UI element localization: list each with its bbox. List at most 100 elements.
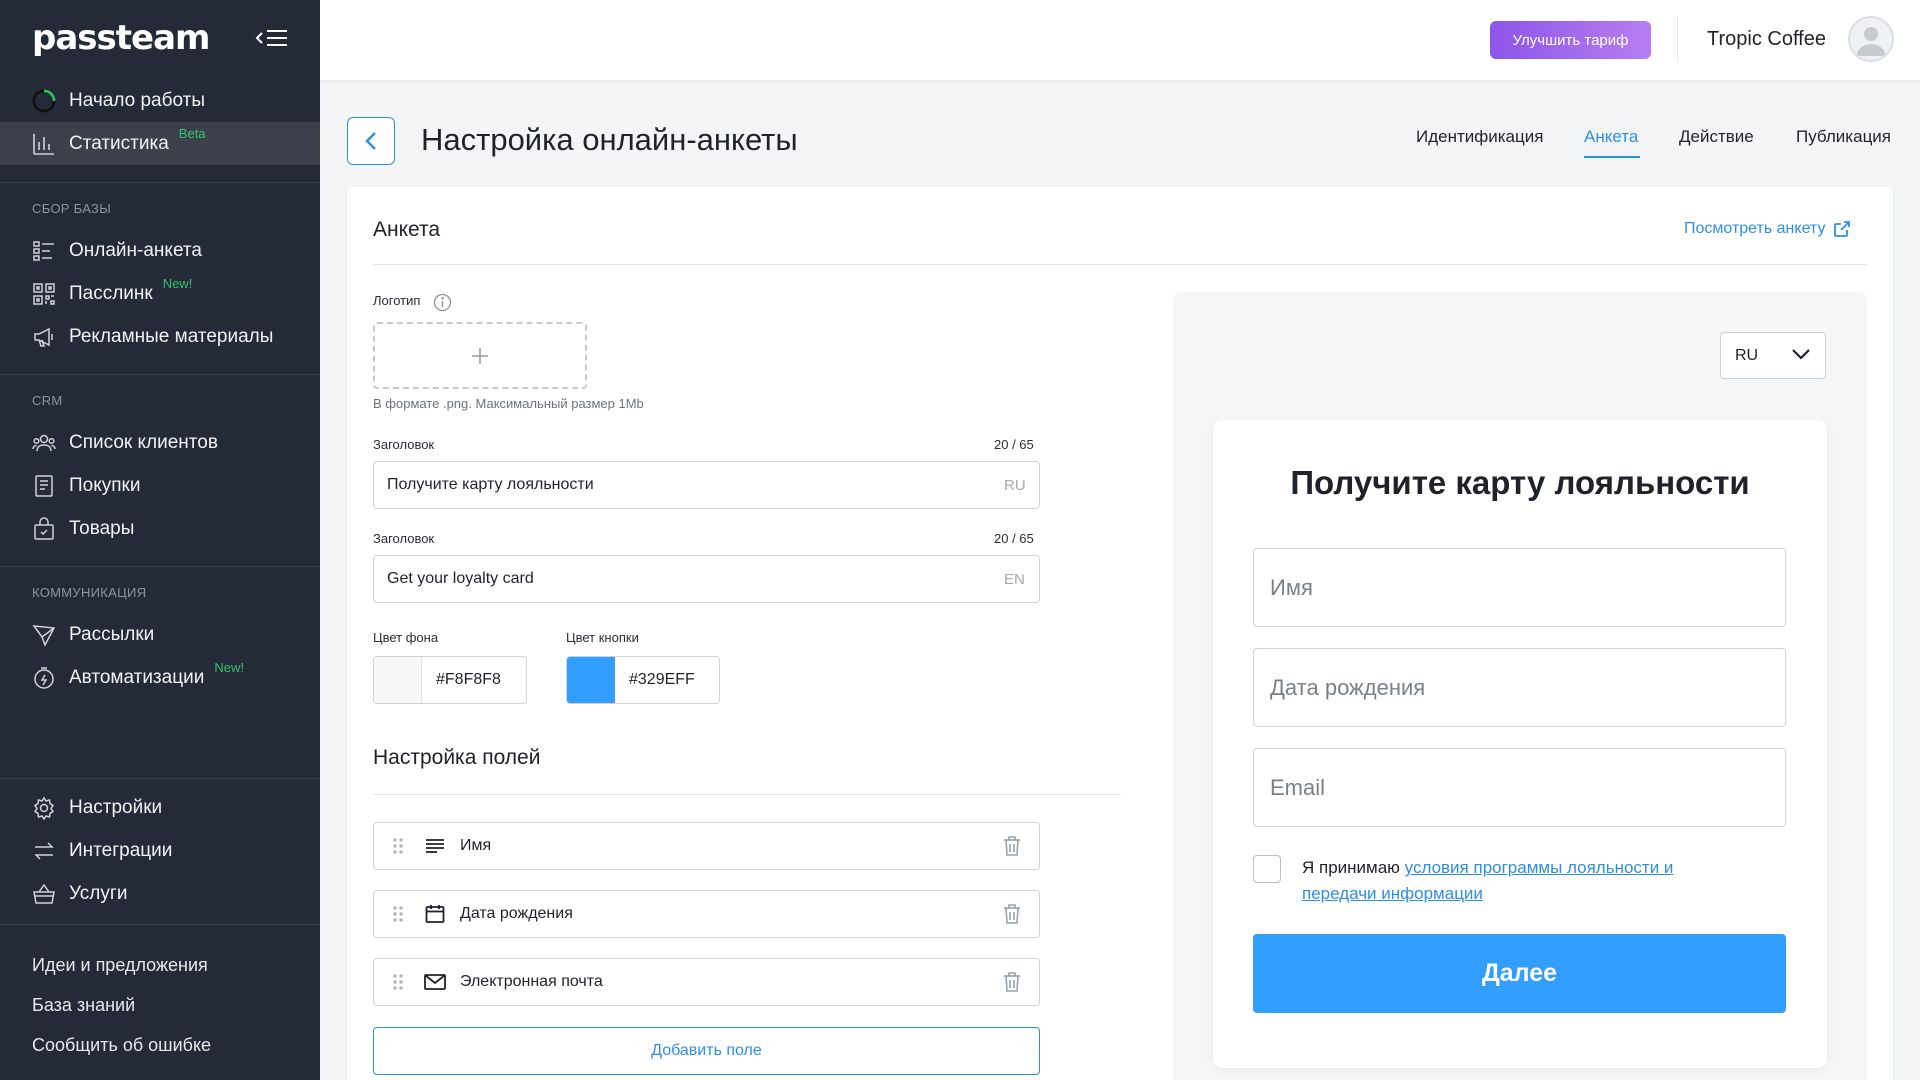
preview-email-input[interactable]: Email <box>1253 748 1786 827</box>
trash-icon[interactable] <box>1001 971 1023 993</box>
sidebar-item-goods[interactable]: Товары <box>0 507 320 550</box>
bar-chart-icon <box>32 132 56 156</box>
sidebar-item-mailings[interactable]: Рассылки <box>0 613 320 656</box>
knowledge-base-link[interactable]: База знаний <box>32 995 135 1016</box>
external-link-icon <box>1834 221 1851 237</box>
sidebar-item-clients[interactable]: Список клиентов <box>0 421 320 464</box>
field-row-email[interactable]: Электронная почта <box>373 958 1040 1006</box>
consent-checkbox[interactable] <box>1253 855 1281 883</box>
sidebar-divider <box>0 566 320 567</box>
active-tab-indicator <box>1584 156 1640 158</box>
field-row-label: Электронная почта <box>460 973 603 990</box>
heading-en-counter: 20 / 65 <box>994 531 1034 546</box>
heading-en-lang: EN <box>1004 571 1025 588</box>
new-badge: New! <box>162 276 193 291</box>
sidebar-item-integrations[interactable]: Интеграции <box>0 829 320 872</box>
envelope-icon <box>424 971 446 993</box>
upgrade-plan-button[interactable]: Улучшить тариф <box>1490 21 1651 59</box>
tab-form[interactable]: Анкета <box>1584 127 1638 147</box>
qr-code-icon <box>32 282 56 306</box>
plus-icon <box>472 347 488 364</box>
sidebar-item-ad-materials[interactable]: Рекламные материалы <box>0 315 320 358</box>
button-color-label: Цвет кнопки <box>566 630 639 645</box>
topbar: Улучшить тариф Tropic Coffee <box>320 0 1920 80</box>
tab-action[interactable]: Действие <box>1679 127 1754 147</box>
field-row-name[interactable]: Имя <box>373 822 1040 870</box>
sidebar-divider <box>0 778 320 779</box>
drag-handle-icon[interactable] <box>390 971 406 993</box>
field-row-label: Дата рождения <box>460 905 573 922</box>
back-button[interactable] <box>347 117 395 165</box>
report-bug-link[interactable]: Сообщить об ошибке <box>32 1035 211 1056</box>
button-color-swatch[interactable] <box>567 657 615 703</box>
sidebar-item-online-form[interactable]: Онлайн-анкета <box>0 229 320 272</box>
tab-identification[interactable]: Идентификация <box>1416 127 1543 147</box>
sidebar: passteam Начало работы Статистика Beta С… <box>0 0 320 1080</box>
basket-icon <box>32 882 56 906</box>
field-row-label: Имя <box>460 837 492 854</box>
shopping-bag-icon <box>32 516 56 541</box>
language-select[interactable]: RU <box>1720 332 1826 379</box>
chevron-down-icon <box>1792 349 1810 360</box>
receipt-icon <box>32 474 56 498</box>
sidebar-item-settings[interactable]: Настройки <box>0 786 320 829</box>
section-label-collect: СБОР БАЗЫ <box>32 201 111 216</box>
sidebar-item-services[interactable]: Услуги <box>0 872 320 915</box>
sidebar-item-label: Статистика <box>69 132 169 154</box>
sidebar-item-label: Настройки <box>69 796 163 818</box>
sidebar-item-automations[interactable]: Автоматизации New! <box>0 656 320 699</box>
tab-publication[interactable]: Публикация <box>1796 127 1891 147</box>
section-label-communication: КОММУНИКАЦИЯ <box>32 585 147 600</box>
view-form-link[interactable]: Посмотреть анкету <box>1684 220 1851 238</box>
field-row-birthdate[interactable]: Дата рождения <box>373 890 1040 938</box>
calendar-icon <box>424 903 446 925</box>
section-label-crm: CRM <box>32 393 63 408</box>
consent-prefix: Я принимаю <box>1302 858 1405 877</box>
heading-en-input[interactable] <box>373 555 1040 603</box>
button-color-picker[interactable]: #329EFF <box>566 656 720 704</box>
heading-ru-lang: RU <box>1004 477 1026 494</box>
view-form-label: Посмотреть анкету <box>1684 220 1826 237</box>
form-list-icon <box>32 239 56 263</box>
sidebar-item-label: Онлайн-анкета <box>69 239 202 261</box>
sidebar-item-getting-started[interactable]: Начало работы <box>0 79 320 122</box>
sidebar-item-label: Товары <box>69 517 135 539</box>
sidebar-item-label: Пасслинк <box>69 282 153 304</box>
add-field-button[interactable]: Добавить поле <box>373 1027 1040 1075</box>
heading-ru-input[interactable] <box>373 461 1040 509</box>
topbar-divider <box>1677 16 1678 62</box>
arrows-exchange-icon <box>32 839 56 863</box>
preview-birthdate-input[interactable]: Дата рождения <box>1253 648 1786 727</box>
next-button[interactable]: Далее <box>1253 934 1786 1013</box>
drag-handle-icon[interactable] <box>390 835 406 857</box>
user-avatar-icon <box>1856 27 1886 56</box>
logo-upload-area[interactable] <box>373 322 587 389</box>
sidebar-item-statistics[interactable]: Статистика Beta <box>0 122 320 165</box>
bg-color-value: #F8F8F8 <box>436 671 501 688</box>
trash-icon[interactable] <box>1001 835 1023 857</box>
brand-logo[interactable]: passteam <box>32 18 210 58</box>
info-icon[interactable] <box>433 293 452 312</box>
sidebar-divider <box>0 374 320 375</box>
users-icon <box>32 431 56 455</box>
drag-handle-icon[interactable] <box>390 903 406 925</box>
send-icon <box>32 623 56 647</box>
company-name[interactable]: Tropic Coffee <box>1707 28 1826 51</box>
beta-badge: Beta <box>178 126 206 141</box>
trash-icon[interactable] <box>1001 903 1023 925</box>
logo-label: Логотип <box>373 293 421 308</box>
preview-name-input[interactable]: Имя <box>1253 548 1786 627</box>
avatar[interactable] <box>1848 16 1894 62</box>
sidebar-item-label: Рекламные материалы <box>69 325 274 347</box>
logo-hint: В формате .png. Максимальный размер 1Mb <box>373 396 644 411</box>
text-lines-icon <box>424 835 446 857</box>
bg-color-swatch[interactable] <box>374 657 422 703</box>
sidebar-divider <box>0 924 320 925</box>
heading-ru-label: Заголовок <box>373 437 435 452</box>
card-divider <box>373 264 1867 265</box>
sidebar-item-passlink[interactable]: Пасслинк New! <box>0 272 320 315</box>
bg-color-picker[interactable]: #F8F8F8 <box>373 656 527 704</box>
ideas-link[interactable]: Идеи и предложения <box>32 955 208 976</box>
sidebar-item-purchases[interactable]: Покупки <box>0 464 320 507</box>
collapse-sidebar-button[interactable] <box>254 25 290 51</box>
